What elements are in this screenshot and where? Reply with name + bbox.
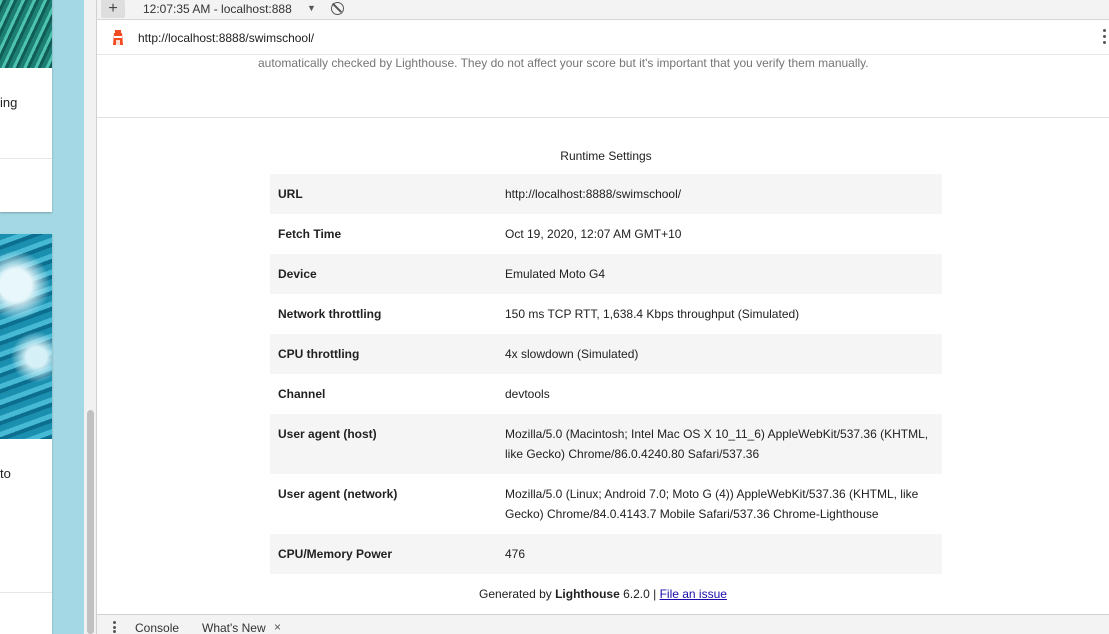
table-row: Fetch Time Oct 19, 2020, 12:07 AM GMT+10 [270, 214, 942, 254]
setting-key: User agent (host) [278, 427, 377, 441]
setting-value: devtools [505, 387, 550, 401]
report-footer: Generated by Lighthouse 6.2.0 | File an … [97, 587, 1109, 601]
section-divider [97, 117, 1109, 118]
setting-value: Oct 19, 2020, 12:07 AM GMT+10 [505, 227, 682, 241]
chevron-down-icon[interactable]: ▼ [307, 3, 316, 13]
drawer-menu-icon[interactable] [113, 621, 116, 633]
page-scrollbar[interactable] [84, 0, 97, 634]
setting-key: CPU/Memory Power [278, 547, 393, 561]
table-row: CPU/Memory Power 476 [270, 534, 942, 574]
lighthouse-icon [113, 30, 123, 45]
runtime-settings-title: Runtime Settings [560, 149, 652, 163]
card-divider [0, 592, 52, 593]
devtools-drawer-tabbar: Console What's New × [97, 614, 1109, 634]
setting-key: Network throttling [278, 307, 382, 321]
setting-key: Channel [278, 387, 326, 401]
setting-key: URL [278, 187, 303, 201]
setting-value: Emulated Moto G4 [505, 267, 606, 281]
close-icon[interactable]: × [274, 620, 281, 634]
setting-value: 150 ms TCP RTT, 1,638.4 Kbps throughput … [505, 307, 800, 321]
card-divider [0, 158, 52, 159]
card-text: to [0, 466, 11, 481]
plus-icon: + [108, 0, 118, 17]
setting-value: Mozilla/5.0 (Linux; Android 7.0; Moto G … [505, 487, 919, 521]
setting-value: 476 [505, 547, 526, 561]
table-row: Device Emulated Moto G4 [270, 254, 942, 294]
more-vertical-icon[interactable] [1103, 29, 1107, 47]
manual-audit-note: automatically checked by Lighthouse. The… [258, 56, 869, 70]
lighthouse-report: automatically checked by Lighthouse. The… [97, 55, 1109, 614]
devtools-lighthouse-panel: + 12:07:35 AM - localhost:888 ▼ http://l… [97, 0, 1109, 634]
setting-value: http://localhost:8888/swimschool/ [505, 187, 682, 201]
table-row: URL http://localhost:8888/swimschool/ [270, 174, 942, 214]
footer-brand: Lighthouse [555, 587, 620, 601]
website-viewport: ing to [0, 0, 84, 634]
footer-version: 6.2.0 | [619, 587, 660, 601]
lesson-card[interactable]: ing [0, 0, 52, 212]
new-report-button[interactable]: + [101, 0, 125, 18]
setting-key: Device [278, 267, 317, 281]
table-row: Channel devtools [270, 374, 942, 414]
card-image [0, 0, 52, 68]
table-row: CPU throttling 4x slowdown (Simulated) [270, 334, 942, 374]
lesson-card[interactable]: to [0, 234, 52, 634]
setting-key: Fetch Time [278, 227, 342, 241]
footer-prefix: Generated by [479, 587, 556, 601]
clear-icon[interactable] [331, 2, 344, 15]
setting-key: CPU throttling [278, 347, 360, 361]
card-text: ing [0, 95, 18, 110]
tab-console[interactable]: Console [135, 621, 179, 634]
report-url-bar: http://localhost:8888/swimschool/ [97, 21, 1109, 55]
lighthouse-toolbar: + 12:07:35 AM - localhost:888 ▼ [97, 0, 1109, 20]
setting-value: 4x slowdown (Simulated) [505, 347, 639, 361]
setting-value: Mozilla/5.0 (Macintosh; Intel Mac OS X 1… [505, 427, 929, 461]
table-row: Network throttling 150 ms TCP RTT, 1,638… [270, 294, 942, 334]
card-image [0, 234, 52, 439]
report-select[interactable]: 12:07:35 AM - localhost:888 [143, 2, 292, 16]
setting-key: User agent (network) [278, 487, 398, 501]
scrollbar-thumb[interactable] [87, 410, 94, 634]
report-url[interactable]: http://localhost:8888/swimschool/ [138, 31, 314, 45]
runtime-settings-table: URL http://localhost:8888/swimschool/ Fe… [270, 174, 942, 574]
tab-whats-new[interactable]: What's New [202, 621, 266, 634]
table-row: User agent (network) Mozilla/5.0 (Linux;… [270, 474, 942, 534]
file-issue-link[interactable]: File an issue [660, 587, 727, 601]
table-row: User agent (host) Mozilla/5.0 (Macintosh… [270, 414, 942, 474]
